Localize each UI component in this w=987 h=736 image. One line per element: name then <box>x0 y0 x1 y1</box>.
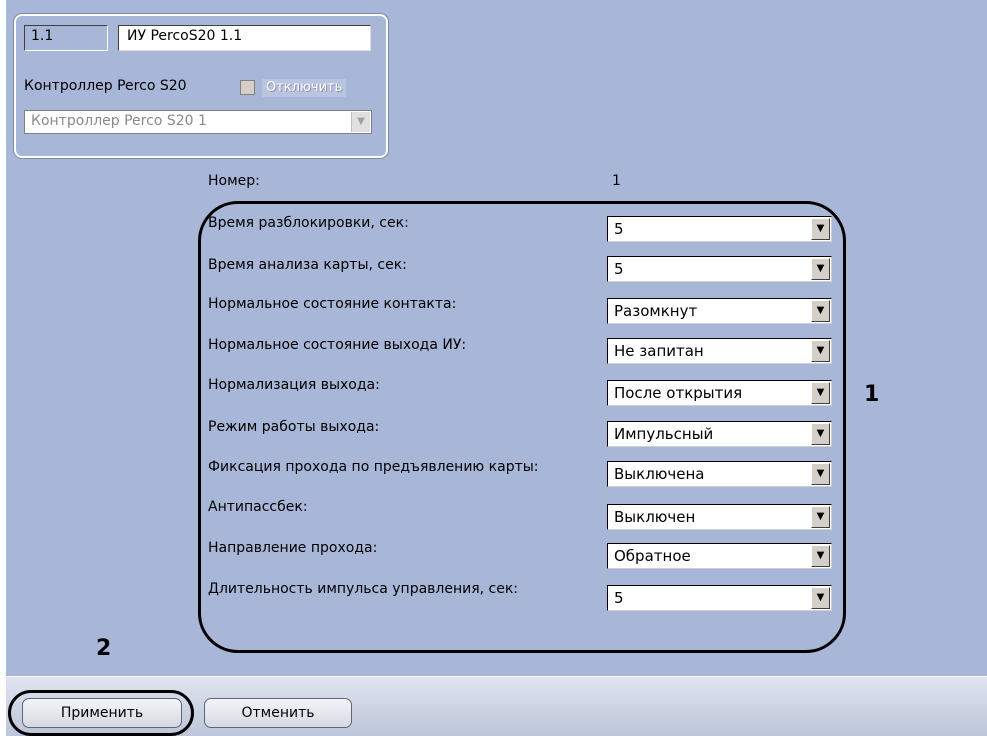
number-value: 1 <box>612 173 621 189</box>
apply-button-highlight <box>8 690 194 736</box>
callout-2: 2 <box>96 636 112 661</box>
callout-1: 1 <box>864 382 880 407</box>
disable-checkbox[interactable] <box>240 80 255 95</box>
cancel-button[interactable]: Отменить <box>204 698 352 728</box>
object-number-field[interactable]: 1.1 <box>24 25 108 51</box>
parent-controller-label: Контроллер Perco S20 <box>24 78 187 94</box>
parent-controller-select-value: Контроллер Perco S20 1 <box>31 113 207 129</box>
settings-window: 1.1 ИУ PercoS20 1.1 Контроллер Perco S20… <box>0 0 987 736</box>
number-label: Номер: <box>208 173 260 189</box>
settings-group-highlight <box>198 201 846 653</box>
object-name-field[interactable]: ИУ PercoS20 1.1 <box>118 25 371 51</box>
disable-checkbox-label[interactable]: Отключить <box>262 79 347 97</box>
chevron-down-icon: ▼ <box>351 112 370 132</box>
parent-controller-select: Контроллер Perco S20 1 ▼ <box>24 110 372 134</box>
